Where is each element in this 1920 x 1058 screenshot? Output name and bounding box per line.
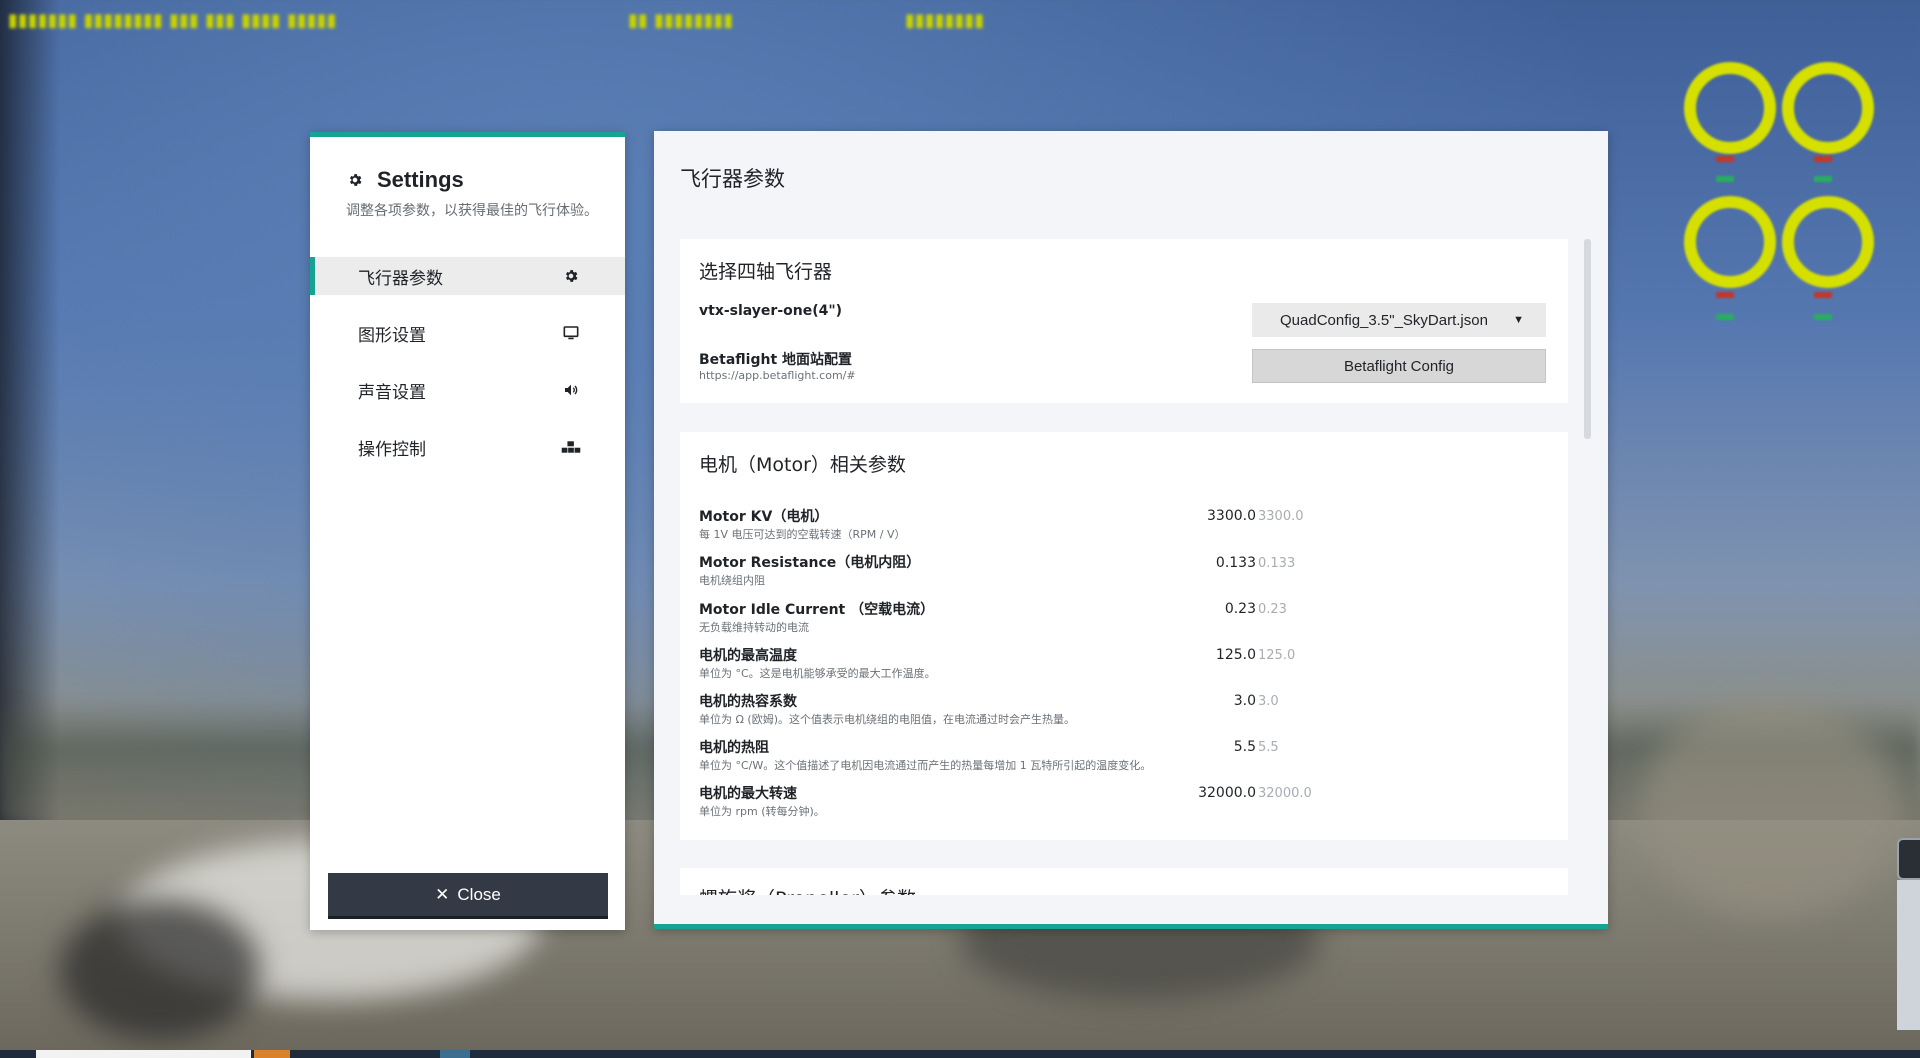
settings-nav: 飞行器参数 图形设置 声音设置 操作控制 — [310, 257, 625, 485]
param-label: Motor Idle Current （空载电流） — [699, 602, 935, 618]
param-desc: 每 1V 电压可达到的空载转速（RPM / V） — [699, 528, 906, 541]
param-value-input[interactable]: 3.0 — [1234, 693, 1256, 709]
nav-item-label: 图形设置 — [358, 325, 426, 346]
nav-item-label: 操作控制 — [358, 439, 426, 460]
nav-item-aircraft-params[interactable]: 飞行器参数 — [310, 257, 625, 295]
nav-item-label: 飞行器参数 — [358, 268, 443, 289]
monitor-icon — [561, 323, 581, 343]
propeller-section-title: 螺旋桨（Propeller）参数 — [699, 884, 916, 895]
settings-subtitle: 调整各项参数，以获得最佳的飞行体验。 — [346, 203, 598, 219]
gamepad-icon — [561, 437, 581, 457]
param-value-input[interactable]: 125.0 — [1216, 647, 1256, 663]
betaflight-url: https://app.betaflight.com/# — [699, 369, 856, 382]
param-desc: 单位为 Ω (欧姆)。这个值表示电机绕组的电阻值，在电流通过时会产生热量。 — [699, 713, 1075, 726]
param-desc: 单位为 °C/W。这个值描述了电机因电流通过而产生的热量每增加 1 瓦特所引起的… — [699, 759, 1152, 772]
param-value-input[interactable]: 3300.0 — [1207, 508, 1256, 524]
speaker-icon — [561, 380, 581, 400]
param-value-input[interactable]: 0.133 — [1216, 555, 1256, 571]
param-default-value: 125.0 — [1258, 648, 1296, 663]
dropdown-arrow-icon: ▼ — [1513, 314, 1524, 326]
close-button[interactable]: ✕ Close — [328, 873, 608, 919]
config-select[interactable]: QuadConfig_3.5"_SkyDart.json ▼ — [1252, 303, 1546, 337]
edge-overlay-widget[interactable] — [1897, 838, 1920, 880]
betaflight-label: Betaflight 地面站配置 — [699, 352, 853, 368]
settings-title: Settings — [345, 167, 464, 193]
param-label: Motor KV（电机） — [699, 509, 829, 525]
param-label: 电机的热阻 — [699, 740, 769, 756]
motor-params-card: 电机（Motor）相关参数 Motor KV（电机） 每 1V 电压可达到的空载… — [680, 432, 1568, 840]
close-button-label: Close — [457, 884, 501, 904]
gear-icon — [345, 170, 365, 190]
taskbar — [0, 1050, 1920, 1058]
betaflight-config-button[interactable]: Betaflight Config — [1252, 349, 1546, 383]
quad-select-card: 选择四轴飞行器 vtx-slayer-one(4") QuadConfig_3.… — [680, 239, 1568, 403]
param-value-input[interactable]: 5.5 — [1234, 739, 1256, 755]
param-desc: 无负载维持转动的电流 — [699, 621, 809, 634]
scrollbar[interactable] — [1584, 239, 1591, 439]
page-title: 飞行器参数 — [680, 167, 785, 191]
param-label: 电机的最高温度 — [699, 648, 797, 664]
motor-section-title: 电机（Motor）相关参数 — [699, 454, 906, 476]
close-icon: ✕ — [435, 884, 450, 904]
nav-item-label: 声音设置 — [358, 382, 426, 403]
param-label: 电机的热容系数 — [699, 694, 797, 710]
quad-name: vtx-slayer-one(4") — [699, 303, 843, 319]
edge-overlay-panel — [1897, 880, 1920, 1030]
nav-item-controls[interactable]: 操作控制 — [310, 428, 625, 466]
param-value-input[interactable]: 0.23 — [1225, 601, 1256, 617]
param-default-value: 0.133 — [1258, 556, 1296, 571]
settings-sidebar: Settings 调整各项参数，以获得最佳的飞行体验。 飞行器参数 图形设置 声… — [310, 132, 625, 930]
param-desc: 单位为 rpm (转每分钟)。 — [699, 805, 825, 818]
param-desc: 电机绕组内阻 — [699, 574, 765, 587]
nav-item-graphics[interactable]: 图形设置 — [310, 314, 625, 352]
param-value-input[interactable]: 32000.0 — [1198, 785, 1256, 801]
param-default-value: 3.0 — [1258, 694, 1279, 709]
config-select-value: QuadConfig_3.5"_SkyDart.json — [1280, 311, 1488, 329]
params-cards: 选择四轴飞行器 vtx-slayer-one(4") QuadConfig_3.… — [680, 239, 1584, 895]
gear-icon — [561, 266, 581, 286]
param-label: Motor Resistance（电机内阻） — [699, 555, 921, 571]
param-default-value: 0.23 — [1258, 602, 1287, 617]
propeller-params-card: 螺旋桨（Propeller）参数 — [680, 868, 1568, 895]
param-label: 电机的最大转速 — [699, 786, 797, 802]
nav-item-sound[interactable]: 声音设置 — [310, 371, 625, 409]
quad-section-title: 选择四轴飞行器 — [699, 261, 833, 283]
settings-title-text: Settings — [377, 167, 464, 192]
param-default-value: 5.5 — [1258, 740, 1279, 755]
param-default-value: 32000.0 — [1258, 786, 1312, 801]
param-default-value: 3300.0 — [1258, 509, 1304, 524]
param-desc: 单位为 °C。这是电机能够承受的最大工作温度。 — [699, 667, 936, 680]
